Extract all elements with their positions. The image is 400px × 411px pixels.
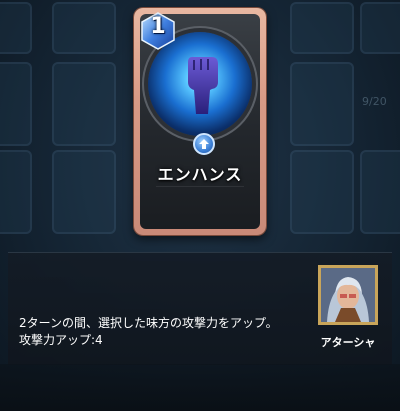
character-avatar-icon [321, 268, 375, 322]
character-name: アターシャ [320, 336, 376, 349]
description-line: 攻撃力アップ:4 [19, 333, 103, 347]
description-line: 2ターンの間、選択した味方の攻撃力をアップ。 [19, 316, 278, 330]
card-footer [156, 186, 244, 221]
background-card [360, 2, 400, 54]
background-card [0, 62, 32, 146]
character-portrait[interactable] [318, 265, 378, 325]
background-card [52, 150, 116, 234]
fist-icon [188, 56, 218, 114]
card-name: エンハンス [157, 165, 243, 184]
background-card [360, 150, 400, 234]
background-card [290, 62, 354, 146]
background-card [0, 2, 32, 54]
background-card [0, 150, 32, 234]
card-description: 2ターンの間、選択した味方の攻撃力をアップ。 攻撃力アップ:4 [19, 315, 278, 349]
background-card [52, 62, 116, 146]
bottom-bar [0, 364, 400, 411]
card-count-label: 9/20 [362, 95, 387, 108]
background-card [290, 2, 354, 54]
background-card [52, 2, 116, 54]
card-cost: 1 [150, 14, 166, 39]
up-arrow-icon [193, 133, 215, 155]
background-card [290, 150, 354, 234]
